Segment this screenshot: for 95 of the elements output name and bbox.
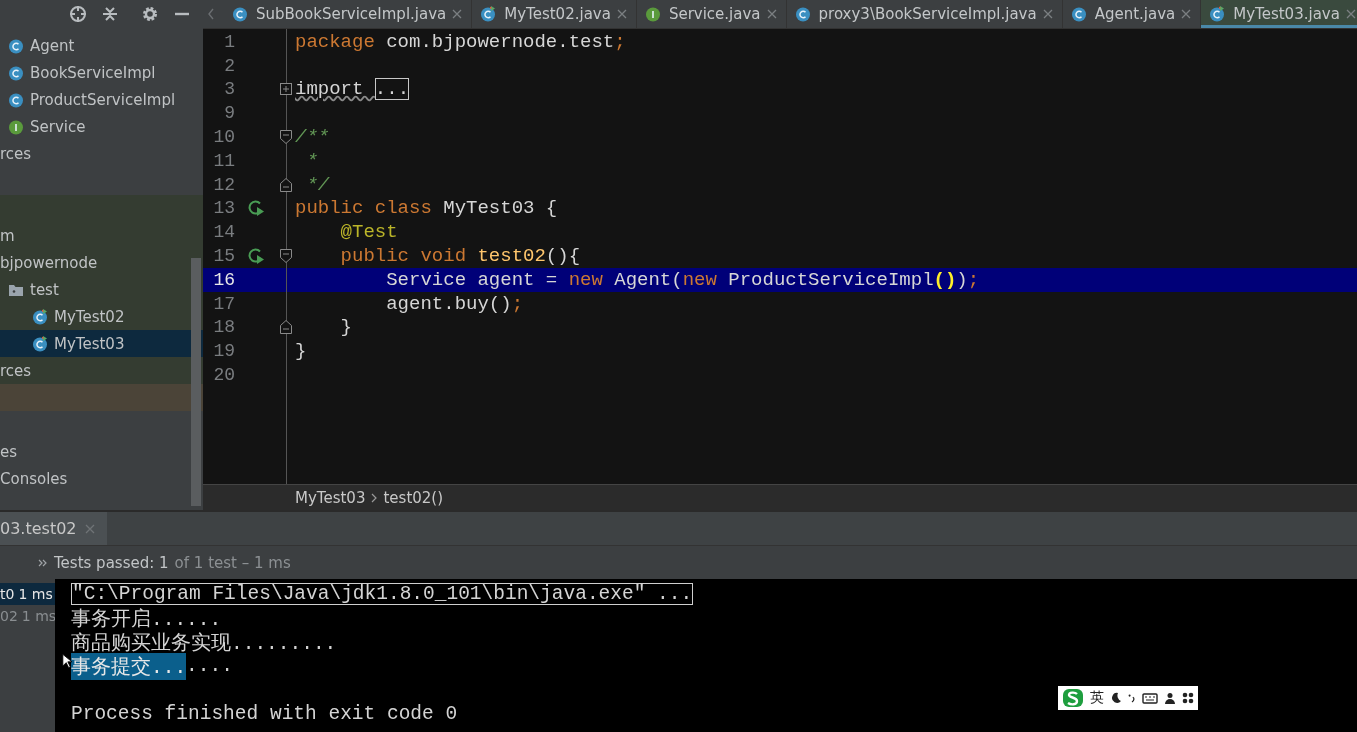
fold-end-icon[interactable] [280,177,292,192]
grid-icon[interactable] [1182,692,1194,704]
moon-icon[interactable] [1110,692,1122,704]
fold-end-icon[interactable] [280,320,292,335]
mouse-cursor-icon [62,653,72,669]
line-number: 2 [223,55,235,76]
code-line: Service agent = new Agent(new ProductServiceImpl()); [385,268,980,291]
close-icon[interactable] [452,9,463,19]
tree-item[interactable]: Consoles [0,465,203,492]
editor-tab[interactable]: Service.java [636,0,787,28]
tree-item[interactable]: MyTest02 [0,303,203,330]
console-text: 事务开启...... [71,607,222,632]
punctuation-icon[interactable] [1128,692,1136,704]
close-icon[interactable] [1042,9,1053,19]
close-icon[interactable] [766,9,777,19]
close-icon[interactable] [1181,9,1192,19]
run-icon[interactable] [247,247,265,266]
tree-item[interactable]: rces [0,140,203,167]
tree-item[interactable]: BookServiceImpl [0,59,203,86]
test-summary: Tests passed: 1 [54,553,169,572]
settings-icon[interactable] [141,5,159,23]
console-text: .... [186,655,233,677]
tree-item[interactable]: es [0,438,203,465]
person-icon[interactable] [1164,692,1176,704]
console-text: "C:\Program Files\Java\jdk1.8.0_101\bin\java.exe" ... [71,583,694,605]
more-icon[interactable] [38,558,48,567]
test-class-icon [32,335,48,352]
tree-item[interactable]: m [0,222,203,249]
line-number: 13 [212,198,235,219]
expand-fold-icon[interactable] [280,83,292,96]
line-number: 9 [223,103,235,124]
line-number: 3 [223,79,235,100]
line-number: 12 [212,174,235,195]
run-icon[interactable] [247,199,265,218]
class-icon [8,37,24,54]
locate-icon[interactable] [69,5,87,23]
test-class-icon [480,6,497,22]
ime-mode[interactable]: 英 [1090,689,1104,707]
test-class-icon [1209,6,1226,22]
editor-tab[interactable]: MyTest03.java [1201,0,1357,28]
line-number: 15 [212,246,235,267]
collapse-icon[interactable] [101,5,119,23]
run-tab[interactable]: 03.test02 [0,512,107,545]
line-number: 1 [223,31,235,52]
breadcrumb-item[interactable]: test02() [383,488,444,507]
line-number: 11 [212,150,235,171]
editor-tab[interactable]: MyTest02.java [472,0,637,28]
code-line: */ [305,173,330,196]
console-text: Process finished with exit code 0 [71,703,458,725]
line-number: 20 [212,365,235,386]
code-line: agent.buy(); [385,292,524,315]
code-line: @Test [339,221,398,244]
line-number: 10 [212,127,235,148]
class-icon [232,6,248,22]
code-line: * [305,149,318,172]
test-result[interactable]: 02 1 ms [0,605,55,627]
scrollbar[interactable] [191,258,201,506]
tree-item[interactable]: bjpowernode [0,249,203,276]
class-icon [8,64,24,81]
code-line: public void test02(){ [339,245,581,268]
code-line: } [295,340,307,363]
interface-icon [644,6,661,22]
line-number: 14 [212,222,235,243]
chevron-icon [371,492,378,503]
tree-item[interactable]: test [0,276,203,303]
code-line: import ... [295,78,410,101]
tree-item[interactable]: Service [0,113,203,140]
console-text: 事务提交... [71,652,187,680]
line-number: 19 [212,341,235,362]
tree-item[interactable]: Agent [0,32,203,59]
tree-item[interactable]: ProductServiceImpl [0,86,203,113]
keyboard-icon[interactable] [1142,692,1158,704]
code-line: public class MyTest03 { [295,197,558,220]
tree-item[interactable]: rces [0,357,203,384]
code-line: package com.bjpowernode.test; [295,30,626,53]
editor-tab[interactable]: SubBookServiceImpl.java [224,0,473,28]
breadcrumb-item[interactable]: MyTest03 [295,488,366,507]
test-detail: of 1 test – 1 ms [174,553,291,572]
fold-start-icon[interactable] [280,130,292,145]
interface-icon [8,118,24,135]
code-line: /** [295,126,330,149]
class-icon [8,91,24,108]
class-icon [794,6,811,22]
fold-start-icon[interactable] [280,249,292,264]
editor-tab[interactable]: proxy3\BookServiceImpl.java [786,0,1063,28]
code-line: } [339,316,352,339]
class-icon [1070,6,1087,22]
line-number: 16 [212,269,235,290]
line-number: 18 [212,317,235,338]
line-number: 17 [212,293,235,314]
test-result[interactable]: t0 1 ms [0,583,55,605]
test-class-icon [32,308,48,325]
tree-item[interactable]: MyTest03 [0,330,203,357]
close-icon[interactable] [616,9,627,19]
ime-logo-icon[interactable] [1062,688,1084,708]
